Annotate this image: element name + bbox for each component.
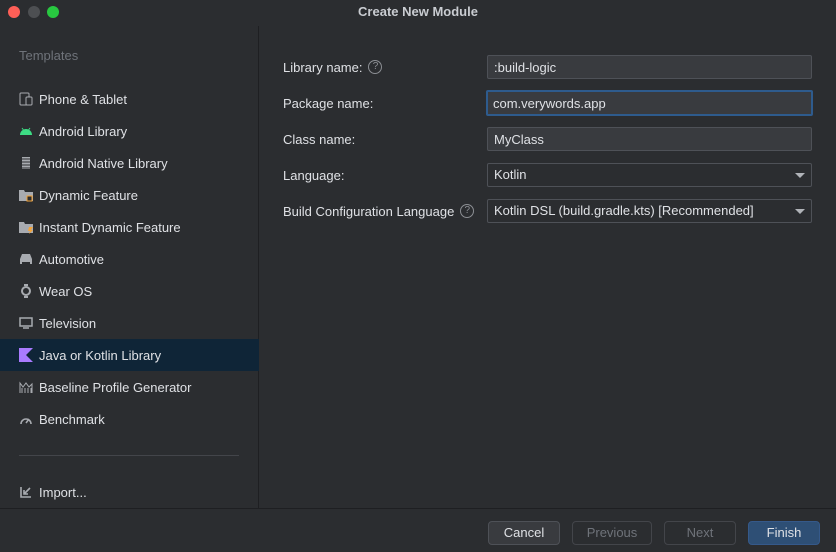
divider [19, 455, 239, 456]
folder-instant-icon [19, 220, 33, 234]
templates-sidebar: Templates Phone & Tablet Android Library A… [0, 26, 259, 508]
sidebar-item-television[interactable]: Television [0, 307, 259, 339]
sidebar-item-label: Android Library [39, 123, 128, 139]
library-name-input[interactable] [487, 55, 812, 79]
phone-tablet-icon [19, 92, 33, 106]
sidebar-item-label: Wear OS [39, 283, 93, 299]
sidebar-item-label: Instant Dynamic Feature [39, 219, 181, 235]
kotlin-icon [19, 348, 33, 362]
import-icon [19, 485, 33, 499]
help-icon[interactable]: ? [460, 204, 475, 218]
folder-module-icon [19, 188, 33, 202]
sidebar-item-label: Television [39, 315, 97, 331]
import-button[interactable]: Import... [0, 476, 259, 508]
car-icon [19, 252, 33, 266]
sidebar-item-instant-dynamic-feature[interactable]: Instant Dynamic Feature [0, 211, 259, 243]
sidebar-item-label: Dynamic Feature [39, 187, 138, 203]
sidebar-item-label: Benchmark [39, 411, 105, 427]
minimize-window-button[interactable] [28, 6, 40, 18]
watch-icon [19, 284, 33, 298]
sidebar-item-java-or-kotlin-library[interactable]: Java or Kotlin Library [0, 339, 259, 371]
help-icon[interactable]: ? [368, 60, 383, 74]
cancel-button[interactable]: Cancel [488, 521, 560, 545]
build-config-label: Build Configuration Language? [283, 199, 475, 223]
sidebar-item-label: Java or Kotlin Library [39, 347, 162, 363]
chevron-down-icon [795, 173, 805, 178]
chart-icon [19, 380, 33, 394]
gauge-icon [19, 412, 33, 426]
sidebar-item-label: Automotive [39, 251, 105, 267]
sidebar-item-android-library[interactable]: Android Library [0, 115, 259, 147]
sidebar-item-dynamic-feature[interactable]: Dynamic Feature [0, 179, 259, 211]
finish-button[interactable]: Finish [748, 521, 820, 545]
next-button[interactable]: Next [664, 521, 736, 545]
package-name-input[interactable] [486, 90, 813, 116]
package-name-label: Package name: [283, 95, 374, 111]
sidebar-item-benchmark[interactable]: Benchmark [0, 403, 259, 435]
class-name-input[interactable] [487, 127, 812, 151]
sidebar-item-wear-os[interactable]: Wear OS [0, 275, 259, 307]
class-name-label: Class name: [283, 131, 356, 147]
templates-heading: Templates [19, 48, 79, 63]
title-bar: Create New Module [0, 0, 836, 26]
window-title: Create New Module [358, 4, 478, 19]
sidebar-item-automotive[interactable]: Automotive [0, 243, 259, 275]
build-config-select[interactable]: Kotlin DSL (build.gradle.kts) [Recommend… [487, 199, 812, 223]
language-select[interactable]: Kotlin [487, 163, 812, 187]
chip-icon [19, 156, 33, 170]
import-label: Import... [39, 484, 87, 500]
library-name-label: Library name:? [283, 55, 383, 79]
close-window-button[interactable] [8, 6, 20, 18]
sidebar-item-baseline-profile-generator[interactable]: Baseline Profile Generator [0, 371, 259, 403]
sidebar-item-label: Baseline Profile Generator [39, 379, 192, 395]
button-bar: Cancel Previous Next Finish [0, 508, 836, 552]
maximize-window-button[interactable] [47, 6, 59, 18]
language-label: Language: [283, 167, 345, 183]
sidebar-item-phone-tablet[interactable]: Phone & Tablet [0, 83, 259, 115]
android-icon [19, 124, 33, 138]
previous-button[interactable]: Previous [572, 521, 652, 545]
sidebar-item-label: Android Native Library [39, 155, 168, 171]
sidebar-item-android-native-library[interactable]: Android Native Library [0, 147, 259, 179]
sidebar-item-label: Phone & Tablet [39, 91, 127, 107]
chevron-down-icon [795, 209, 805, 214]
tv-icon [19, 316, 33, 330]
